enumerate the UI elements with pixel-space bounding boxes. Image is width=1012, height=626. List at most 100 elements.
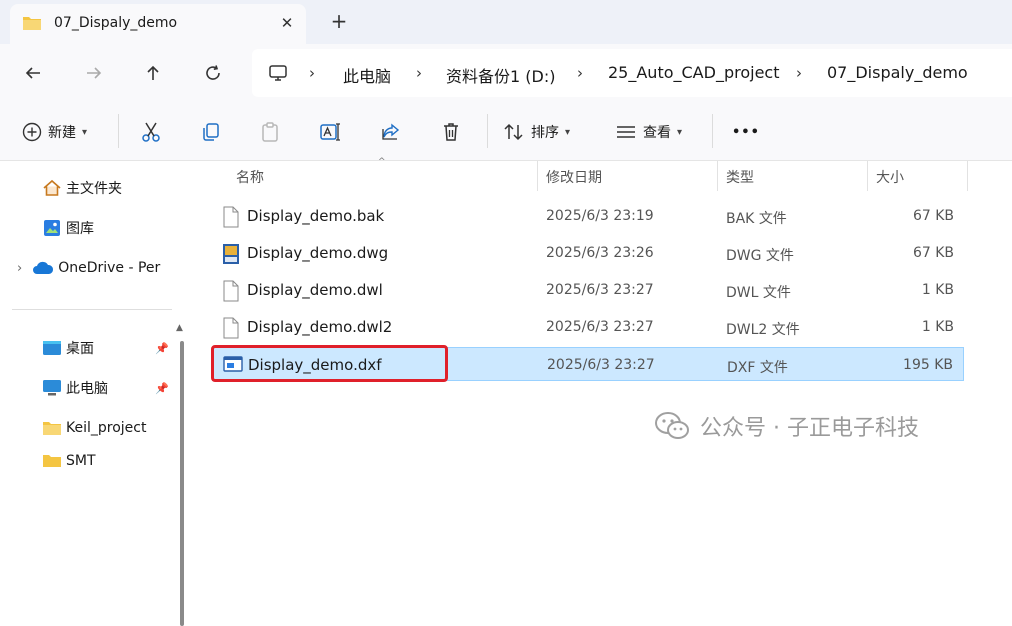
divider bbox=[712, 114, 713, 148]
breadcrumb-drive-d[interactable]: 资料备份1 (D:) bbox=[446, 63, 555, 87]
column-divider[interactable] bbox=[537, 161, 538, 191]
pin-icon[interactable]: 📌 bbox=[155, 342, 169, 355]
file-size: 67 KB bbox=[912, 208, 954, 224]
wechat-icon bbox=[655, 412, 689, 439]
file-name: Display_demo.dwg bbox=[247, 244, 389, 262]
cloud-icon bbox=[33, 261, 54, 274]
file-modified: 2025/6/3 23:27 bbox=[547, 357, 655, 373]
chevron-down-icon: ▾ bbox=[677, 126, 683, 138]
pin-icon[interactable]: 📌 bbox=[155, 382, 169, 395]
highlight-annotation-box bbox=[211, 345, 448, 382]
trash-icon bbox=[444, 123, 458, 141]
share-icon bbox=[382, 123, 400, 140]
blank-file-icon bbox=[223, 280, 239, 302]
chevron-right-icon[interactable]: › bbox=[17, 261, 22, 276]
sidebar-item-home[interactable]: 主文件夹 bbox=[0, 175, 185, 201]
file-type: DWG 文件 bbox=[726, 248, 794, 264]
more-options-button[interactable]: ••• bbox=[732, 120, 760, 144]
file-size: 1 KB bbox=[921, 319, 954, 335]
command-bar: 新建 ▾ 排序 ▾ 查看 ▾ ••• bbox=[0, 102, 1012, 161]
sidebar-item-onedrive[interactable]: › OneDrive - Per bbox=[0, 255, 185, 281]
sidebar-item-this-pc[interactable]: 此电脑 📌 bbox=[0, 375, 185, 401]
breadcrumb-current-folder[interactable]: 07_Dispaly_demo bbox=[827, 63, 968, 82]
blank-file-icon bbox=[223, 317, 239, 339]
watermark-text: 公众号 · 子正电子科技 bbox=[700, 416, 919, 441]
refresh-icon bbox=[206, 65, 220, 80]
copy-icon bbox=[203, 123, 219, 141]
sort-indicator-icon: ^ bbox=[378, 157, 386, 167]
divider bbox=[487, 114, 488, 148]
address-bar[interactable]: › 此电脑 › 资料备份1 (D:) › 25_Auto_CAD_project… bbox=[252, 49, 1012, 97]
gallery-icon bbox=[44, 220, 60, 236]
plus-circle-icon bbox=[22, 122, 42, 142]
file-name: Display_demo.bak bbox=[247, 207, 385, 225]
up-button[interactable] bbox=[138, 58, 168, 88]
computer-icon bbox=[43, 380, 61, 396]
sidebar-item-keil-project[interactable]: Keil_project bbox=[0, 415, 185, 441]
scroll-up-icon[interactable]: ▲ bbox=[176, 323, 183, 333]
rename-button[interactable] bbox=[319, 120, 341, 144]
sort-icon bbox=[504, 123, 523, 141]
sidebar-item-desktop[interactable]: 桌面 📌 bbox=[0, 335, 185, 361]
column-divider[interactable] bbox=[867, 161, 868, 191]
chevron-down-icon: ▾ bbox=[565, 126, 571, 138]
computer-icon bbox=[269, 65, 287, 81]
file-modified: 2025/6/3 23:27 bbox=[546, 319, 654, 335]
chevron-right-icon: › bbox=[416, 64, 422, 82]
divider bbox=[118, 114, 119, 148]
column-header-size[interactable]: 大小 bbox=[876, 167, 904, 187]
sidebar-item-label: 此电脑 bbox=[66, 381, 108, 397]
column-header-name[interactable]: 名称 bbox=[236, 167, 264, 187]
clipboard-icon bbox=[262, 122, 278, 142]
file-modified: 2025/6/3 23:26 bbox=[546, 245, 654, 261]
view-list-icon bbox=[617, 126, 635, 138]
column-header-modified[interactable]: 修改日期 bbox=[546, 167, 602, 187]
arrow-left-icon bbox=[25, 67, 40, 79]
table-row[interactable]: Display_demo.dwg 2025/6/3 23:26 DWG 文件 6… bbox=[212, 236, 964, 270]
navigation-bar: › 此电脑 › 资料备份1 (D:) › 25_Auto_CAD_project… bbox=[0, 44, 1012, 102]
tab-title: 07_Dispaly_demo bbox=[54, 15, 178, 31]
cut-button[interactable] bbox=[140, 120, 162, 144]
table-row[interactable]: Display_demo.bak 2025/6/3 23:19 BAK 文件 6… bbox=[212, 199, 964, 233]
chevron-right-icon: › bbox=[796, 64, 802, 82]
column-header-type[interactable]: 类型 bbox=[726, 167, 754, 187]
folder-icon bbox=[23, 17, 41, 30]
new-button[interactable]: 新建 ▾ bbox=[22, 120, 87, 144]
breadcrumb-project[interactable]: 25_Auto_CAD_project bbox=[608, 63, 779, 82]
navigation-pane: 主文件夹 图库 › OneDrive - Per 桌面 📌 此电脑 📌 Keil… bbox=[0, 161, 185, 626]
sidebar-item-gallery[interactable]: 图库 bbox=[0, 215, 185, 241]
delete-button[interactable] bbox=[440, 120, 462, 144]
sort-button[interactable]: 排序 ▾ bbox=[503, 120, 570, 144]
breadcrumb-this-pc[interactable]: 此电脑 bbox=[343, 63, 391, 87]
refresh-button[interactable] bbox=[198, 58, 228, 88]
scissors-icon bbox=[142, 122, 160, 142]
chevron-right-icon: › bbox=[577, 64, 583, 82]
new-label: 新建 bbox=[48, 125, 76, 141]
table-row[interactable]: Display_demo.dwl 2025/6/3 23:27 DWL 文件 1… bbox=[212, 273, 964, 307]
file-type: BAK 文件 bbox=[726, 211, 787, 227]
desktop-icon bbox=[43, 341, 61, 355]
column-divider[interactable] bbox=[967, 161, 968, 191]
table-row[interactable]: Display_demo.dwl2 2025/6/3 23:27 DWL2 文件… bbox=[212, 310, 964, 344]
file-size: 67 KB bbox=[912, 245, 954, 261]
chevron-down-icon: ▾ bbox=[82, 126, 88, 138]
file-size: 1 KB bbox=[921, 282, 954, 298]
watermark: 公众号 · 子正电子科技 bbox=[654, 410, 919, 442]
close-tab-icon[interactable]: ✕ bbox=[276, 12, 298, 34]
forward-button[interactable] bbox=[79, 58, 109, 88]
copy-button[interactable] bbox=[200, 120, 222, 144]
column-divider[interactable] bbox=[717, 161, 718, 191]
sort-label: 排序 bbox=[531, 125, 559, 141]
file-type: DWL2 文件 bbox=[726, 322, 800, 338]
share-button[interactable] bbox=[380, 120, 402, 144]
new-tab-button[interactable]: + bbox=[328, 10, 350, 32]
view-button[interactable]: 查看 ▾ bbox=[615, 120, 682, 144]
file-size: 195 KB bbox=[903, 357, 953, 373]
paste-button[interactable] bbox=[259, 120, 281, 144]
back-button[interactable] bbox=[18, 58, 48, 88]
dwg-file-icon bbox=[223, 244, 239, 264]
sidebar-scrollbar[interactable] bbox=[180, 341, 184, 626]
tab-current[interactable]: 07_Dispaly_demo ✕ bbox=[10, 4, 306, 44]
folder-icon bbox=[43, 422, 61, 435]
sidebar-item-label: 桌面 bbox=[66, 341, 94, 357]
